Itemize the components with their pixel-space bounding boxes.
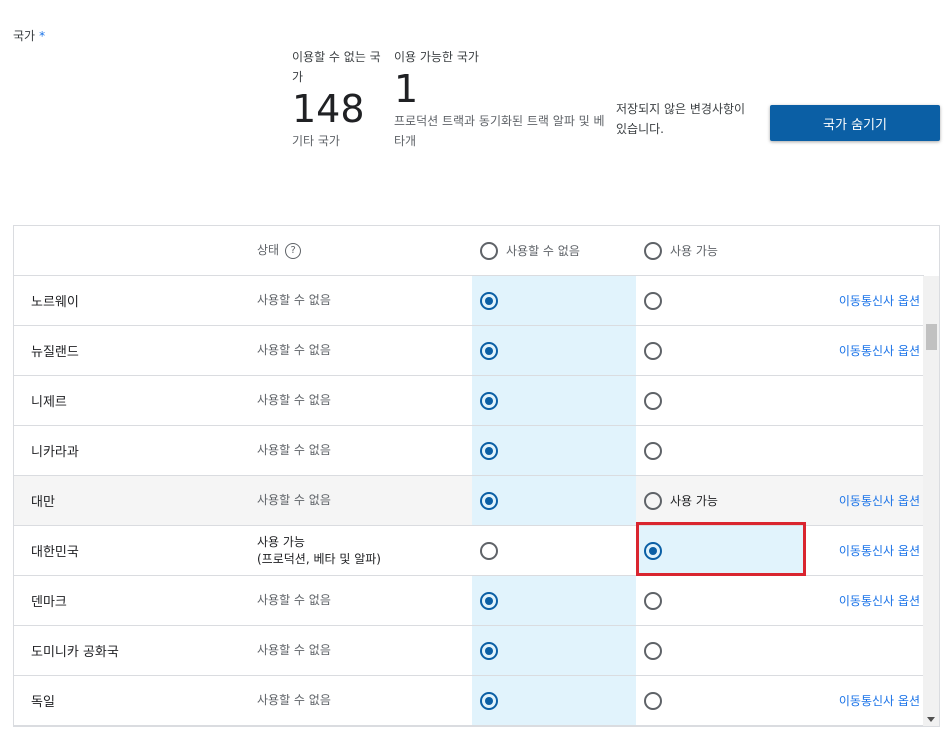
available-stat-caption: 이용 가능한 국가 — [394, 50, 479, 64]
country-name: 대만 — [31, 495, 55, 510]
available-radio-label: 사용 가능 — [670, 494, 718, 508]
scrollbar-thumb[interactable] — [926, 324, 937, 350]
countries-field-label: 국가 * — [13, 27, 45, 44]
carrier-options-link[interactable]: 이동통신사 옵션 — [839, 676, 920, 725]
available-option-cell[interactable] — [636, 426, 806, 475]
countries-table: 상태 ? 사용할 수 없음 사용 가능 노르웨이 사용할 수 없음 이동통신사 옵션… — [13, 225, 940, 727]
available-radio[interactable] — [644, 491, 662, 510]
unavailable-radio[interactable] — [480, 591, 498, 610]
country-status: 사용할 수 없음 — [257, 293, 331, 307]
unavailable-option-cell[interactable] — [472, 276, 636, 325]
unavailable-radio[interactable] — [480, 441, 498, 460]
unavailable-option-cell[interactable] — [472, 476, 636, 525]
country-name: 덴마크 — [31, 595, 67, 610]
available-option-cell[interactable]: 사용 가능 — [636, 476, 806, 525]
table-row: 대만 사용할 수 없음 사용 가능 이동통신사 옵션 — [14, 476, 924, 526]
country-status: 사용할 수 없음 — [257, 643, 331, 657]
carrier-options-link[interactable]: 이동통신사 옵션 — [839, 326, 920, 375]
unavailable-radio[interactable] — [480, 491, 498, 510]
country-status: 사용할 수 없음 — [257, 343, 331, 357]
available-stat-count: 1 — [394, 67, 419, 111]
available-option-cell[interactable] — [636, 676, 806, 725]
available-radio[interactable] — [644, 441, 662, 460]
unavailable-stat-sub: 기타 국가 — [292, 134, 340, 148]
table-row: 대한민국 사용 가능 (프로덕션, 베타 및 알파) 이동통신사 옵션 — [14, 526, 924, 576]
table-row: 덴마크 사용할 수 없음 이동통신사 옵션 — [14, 576, 924, 626]
table-row: 뉴질랜드 사용할 수 없음 이동통신사 옵션 — [14, 326, 924, 376]
unavailable-radio[interactable] — [480, 541, 498, 560]
select-all-unavailable-radio[interactable] — [480, 241, 498, 260]
country-status: 사용할 수 없음 — [257, 693, 331, 707]
carrier-options-link[interactable]: 이동통신사 옵션 — [839, 276, 920, 325]
country-name: 뉴질랜드 — [31, 345, 79, 360]
unavailable-option-cell[interactable] — [472, 526, 636, 575]
unavailable-option-cell[interactable] — [472, 576, 636, 625]
country-status: 사용할 수 없음 — [257, 593, 331, 607]
unavailable-option-cell[interactable] — [472, 426, 636, 475]
status-column-header: 상태 ? — [257, 226, 302, 275]
table-row: 니카라과 사용할 수 없음 — [14, 426, 924, 476]
available-header-label: 사용 가능 — [670, 244, 718, 258]
available-option-cell[interactable] — [636, 576, 806, 625]
table-header: 상태 ? 사용할 수 없음 사용 가능 — [14, 226, 924, 276]
unavailable-stat-caption: 이용할 수 없는 국가 — [292, 50, 381, 84]
available-option-cell[interactable] — [636, 526, 806, 575]
available-option-cell[interactable] — [636, 326, 806, 375]
available-column-header[interactable]: 사용 가능 — [636, 226, 806, 275]
unavailable-radio[interactable] — [480, 391, 498, 410]
country-status: 사용할 수 없음 — [257, 393, 331, 407]
available-radio[interactable] — [644, 541, 662, 560]
available-radio[interactable] — [644, 591, 662, 610]
country-name: 니제르 — [31, 395, 67, 410]
carrier-options-link[interactable]: 이동통신사 옵션 — [839, 476, 920, 525]
unavailable-option-cell[interactable] — [472, 326, 636, 375]
unavailable-radio[interactable] — [480, 641, 498, 660]
available-radio[interactable] — [644, 341, 662, 360]
country-name: 노르웨이 — [31, 295, 79, 310]
select-all-available-radio[interactable] — [644, 241, 662, 260]
table-row: 노르웨이 사용할 수 없음 이동통신사 옵션 — [14, 276, 924, 326]
table-row: 니제르 사용할 수 없음 — [14, 376, 924, 426]
table-row: 도미니카 공화국 사용할 수 없음 — [14, 626, 924, 676]
unavailable-column-header[interactable]: 사용할 수 없음 — [472, 226, 636, 275]
country-status: 사용 가능 (프로덕션, 베타 및 알파) — [257, 526, 381, 575]
available-option-cell[interactable] — [636, 376, 806, 425]
status-header-label: 상태 — [257, 243, 280, 257]
available-stat-sub: 프로덕션 트랙과 동기화된 트랙 알파 및 베타개 — [394, 114, 605, 148]
unavailable-stat-count: 148 — [292, 87, 365, 131]
country-name: 독일 — [31, 695, 55, 710]
status-detail: (프로덕션, 베타 및 알파) — [257, 551, 381, 566]
available-option-cell[interactable] — [636, 626, 806, 675]
country-name: 도미니카 공화국 — [31, 645, 119, 660]
available-radio[interactable] — [644, 291, 662, 310]
country-name: 대한민국 — [31, 545, 79, 560]
scroll-down-arrow-icon[interactable] — [927, 717, 935, 722]
carrier-options-link[interactable]: 이동통신사 옵션 — [839, 576, 920, 625]
carrier-options-link[interactable]: 이동통신사 옵션 — [839, 526, 920, 575]
table-row: 독일 사용할 수 없음 이동통신사 옵션 — [14, 676, 924, 726]
country-status: 사용할 수 없음 — [257, 493, 331, 507]
available-radio[interactable] — [644, 391, 662, 410]
unavailable-option-cell[interactable] — [472, 676, 636, 725]
unavailable-radio[interactable] — [480, 691, 498, 710]
available-radio[interactable] — [644, 691, 662, 710]
unavailable-radio[interactable] — [480, 291, 498, 310]
available-stat: 이용 가능한 국가 1 프로덕션 트랙과 동기화된 트랙 알파 및 베타개 — [394, 47, 609, 151]
unsaved-changes-message: 저장되지 않은 변경사항이 있습니다. — [616, 102, 746, 136]
available-option-cell[interactable] — [636, 276, 806, 325]
required-mark: * — [39, 29, 46, 43]
country-name: 니카라과 — [31, 445, 79, 460]
unavailable-stat: 이용할 수 없는 국가 148 기타 국가 — [292, 47, 384, 151]
help-icon[interactable]: ? — [285, 242, 302, 259]
table-scrollbar[interactable] — [923, 276, 939, 726]
available-radio[interactable] — [644, 641, 662, 660]
status-text: 사용 가능 — [257, 534, 305, 549]
unavailable-radio[interactable] — [480, 341, 498, 360]
field-label-text: 국가 — [13, 29, 36, 43]
country-status: 사용할 수 없음 — [257, 443, 331, 457]
unavailable-option-cell[interactable] — [472, 376, 636, 425]
hide-countries-button[interactable]: 국가 숨기기 — [770, 105, 940, 141]
unavailable-header-label: 사용할 수 없음 — [506, 244, 580, 258]
unavailable-option-cell[interactable] — [472, 626, 636, 675]
